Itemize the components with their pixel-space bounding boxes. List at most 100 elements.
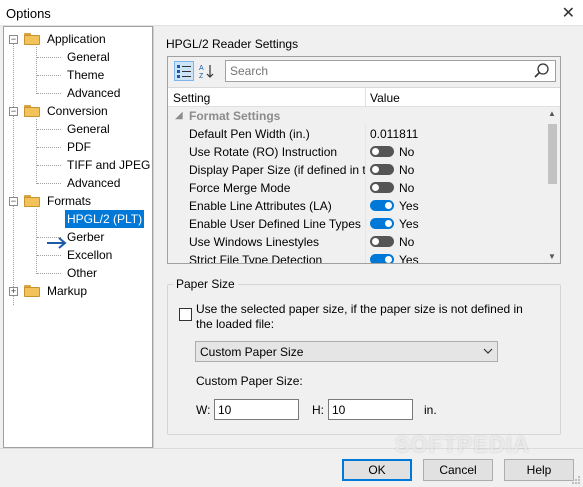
property-row[interactable]: Display Paper Size (if defined in th... … — [168, 161, 544, 179]
tree-line — [37, 129, 61, 130]
chevron-down-icon — [483, 348, 493, 354]
tree-item-label: General — [67, 122, 110, 136]
row-divider — [365, 143, 366, 161]
property-row[interactable]: Enable Line Attributes (LA) Yes — [168, 197, 544, 215]
toggle-value: No — [399, 163, 415, 177]
categorized-icon — [177, 65, 191, 78]
toggle-knob — [372, 238, 379, 245]
property-grid[interactable]: A Z Setting Value ◢ Format Settings Defa… — [167, 56, 561, 264]
toggle-value: Yes — [399, 253, 419, 263]
collapse-formats-button[interactable]: − — [9, 197, 18, 206]
ok-button[interactable]: OK — [342, 459, 412, 481]
toggle-value: No — [399, 181, 415, 195]
width-field-box[interactable] — [214, 399, 299, 420]
height-field-box[interactable] — [328, 399, 413, 420]
property-row[interactable]: Default Pen Width (in.) 0.011811 — [168, 125, 544, 143]
folder-icon — [24, 105, 40, 117]
tree-item-label: General — [67, 50, 110, 64]
sort-az-icon: A Z — [199, 65, 214, 80]
svg-text:A: A — [199, 65, 204, 72]
property-grid-header: Setting Value — [168, 87, 560, 107]
custom-paper-size-label: Custom Paper Size: — [196, 374, 303, 388]
cancel-button[interactable]: Cancel — [423, 459, 493, 481]
help-button[interactable]: Help — [504, 459, 574, 481]
toggle-switch[interactable] — [370, 200, 394, 211]
scroll-down-icon[interactable]: ▼ — [548, 252, 556, 261]
tree-line — [37, 75, 61, 76]
tree-item-label: Application — [47, 32, 106, 46]
row-divider — [365, 179, 366, 197]
tree-item-label: Advanced — [67, 176, 121, 190]
row-divider — [365, 125, 366, 143]
window-title: Options — [6, 6, 51, 21]
scroll-thumb[interactable] — [548, 124, 557, 184]
resize-grip-icon[interactable] — [571, 475, 581, 485]
tree-item-label: Markup — [47, 284, 88, 298]
property-name: Enable User Defined Line Types (... — [189, 217, 365, 231]
toggle-value: No — [399, 145, 415, 159]
tree-line — [37, 255, 61, 256]
collapse-conversion-button[interactable]: − — [9, 107, 18, 116]
property-name: Default Pen Width (in.) — [189, 127, 310, 141]
toggle-switch[interactable] — [370, 182, 394, 193]
toggle-switch[interactable] — [370, 254, 394, 263]
unit-label: in. — [424, 403, 437, 417]
tree-line — [37, 165, 61, 166]
tree-item-label: Other — [67, 266, 98, 280]
setting-column-header: Setting — [173, 91, 211, 105]
tree-line — [37, 273, 61, 274]
width-input[interactable] — [215, 400, 298, 419]
property-row[interactable]: Enable User Defined Line Types (... Yes — [168, 215, 544, 233]
tree-line — [37, 147, 61, 148]
property-name: Display Paper Size (if defined in th... — [189, 163, 365, 177]
close-icon[interactable]: ✕ — [562, 3, 575, 23]
property-grid-scrollbar[interactable]: ▲ ▼ — [545, 107, 560, 263]
toggle-knob — [372, 184, 379, 191]
tree-line — [36, 47, 37, 94]
property-row[interactable]: Use Rotate (RO) Instruction No — [168, 143, 544, 161]
tree-line — [13, 43, 14, 305]
tree-item-label: Theme — [67, 68, 105, 82]
title-bar: Options ✕ — [0, 0, 583, 26]
use-paper-size-checkbox[interactable] — [179, 308, 192, 321]
tree-item-label: Formats — [47, 194, 92, 208]
alphabetical-sort-button[interactable]: A Z — [196, 61, 216, 81]
use-paper-size-label[interactable]: Use the selected paper size, if the pape… — [196, 302, 526, 332]
property-name: Use Windows Linestyles — [189, 235, 320, 249]
category-row[interactable]: ◢ Format Settings — [168, 107, 544, 125]
toggle-knob — [385, 202, 392, 209]
property-search-box[interactable] — [225, 60, 556, 82]
paper-size-dropdown[interactable]: Custom Paper Size — [195, 341, 498, 362]
toggle-switch[interactable] — [370, 164, 394, 175]
options-tree[interactable]: − Application General Theme Advanced − C… — [3, 26, 153, 448]
toggle-switch[interactable] — [370, 218, 394, 229]
row-divider — [365, 233, 366, 251]
toggle-knob — [372, 166, 379, 173]
toggle-value: Yes — [399, 199, 419, 213]
property-value[interactable]: 0.011811 — [370, 125, 418, 143]
svg-text:Z: Z — [199, 73, 204, 79]
column-splitter[interactable] — [365, 88, 366, 107]
value-column-header: Value — [370, 91, 400, 105]
row-divider — [365, 251, 366, 263]
categorized-view-button[interactable] — [174, 61, 194, 81]
height-input[interactable] — [329, 400, 412, 419]
toggle-switch[interactable] — [370, 146, 394, 157]
width-label: W: — [196, 403, 211, 417]
folder-icon — [24, 33, 40, 45]
property-name: Strict File Type Detection — [189, 253, 323, 263]
property-row[interactable]: Use Windows Linestyles No — [168, 233, 544, 251]
toggle-switch[interactable] — [370, 236, 394, 247]
expand-markup-button[interactable]: + — [9, 287, 18, 296]
property-name: Force Merge Mode — [189, 181, 291, 195]
property-search-input[interactable] — [226, 61, 526, 81]
property-row[interactable]: Force Merge Mode No — [168, 179, 544, 197]
property-row[interactable]: Strict File Type Detection Yes — [168, 251, 544, 263]
search-icon[interactable] — [533, 62, 551, 80]
scroll-up-icon[interactable]: ▲ — [548, 109, 556, 118]
property-name: Enable Line Attributes (LA) — [189, 199, 332, 213]
paper-size-selected: Custom Paper Size — [200, 345, 304, 359]
section-title: HPGL/2 Reader Settings — [166, 37, 299, 51]
chevron-down-icon[interactable]: ◢ — [175, 107, 183, 125]
collapse-application-button[interactable]: − — [9, 35, 18, 44]
